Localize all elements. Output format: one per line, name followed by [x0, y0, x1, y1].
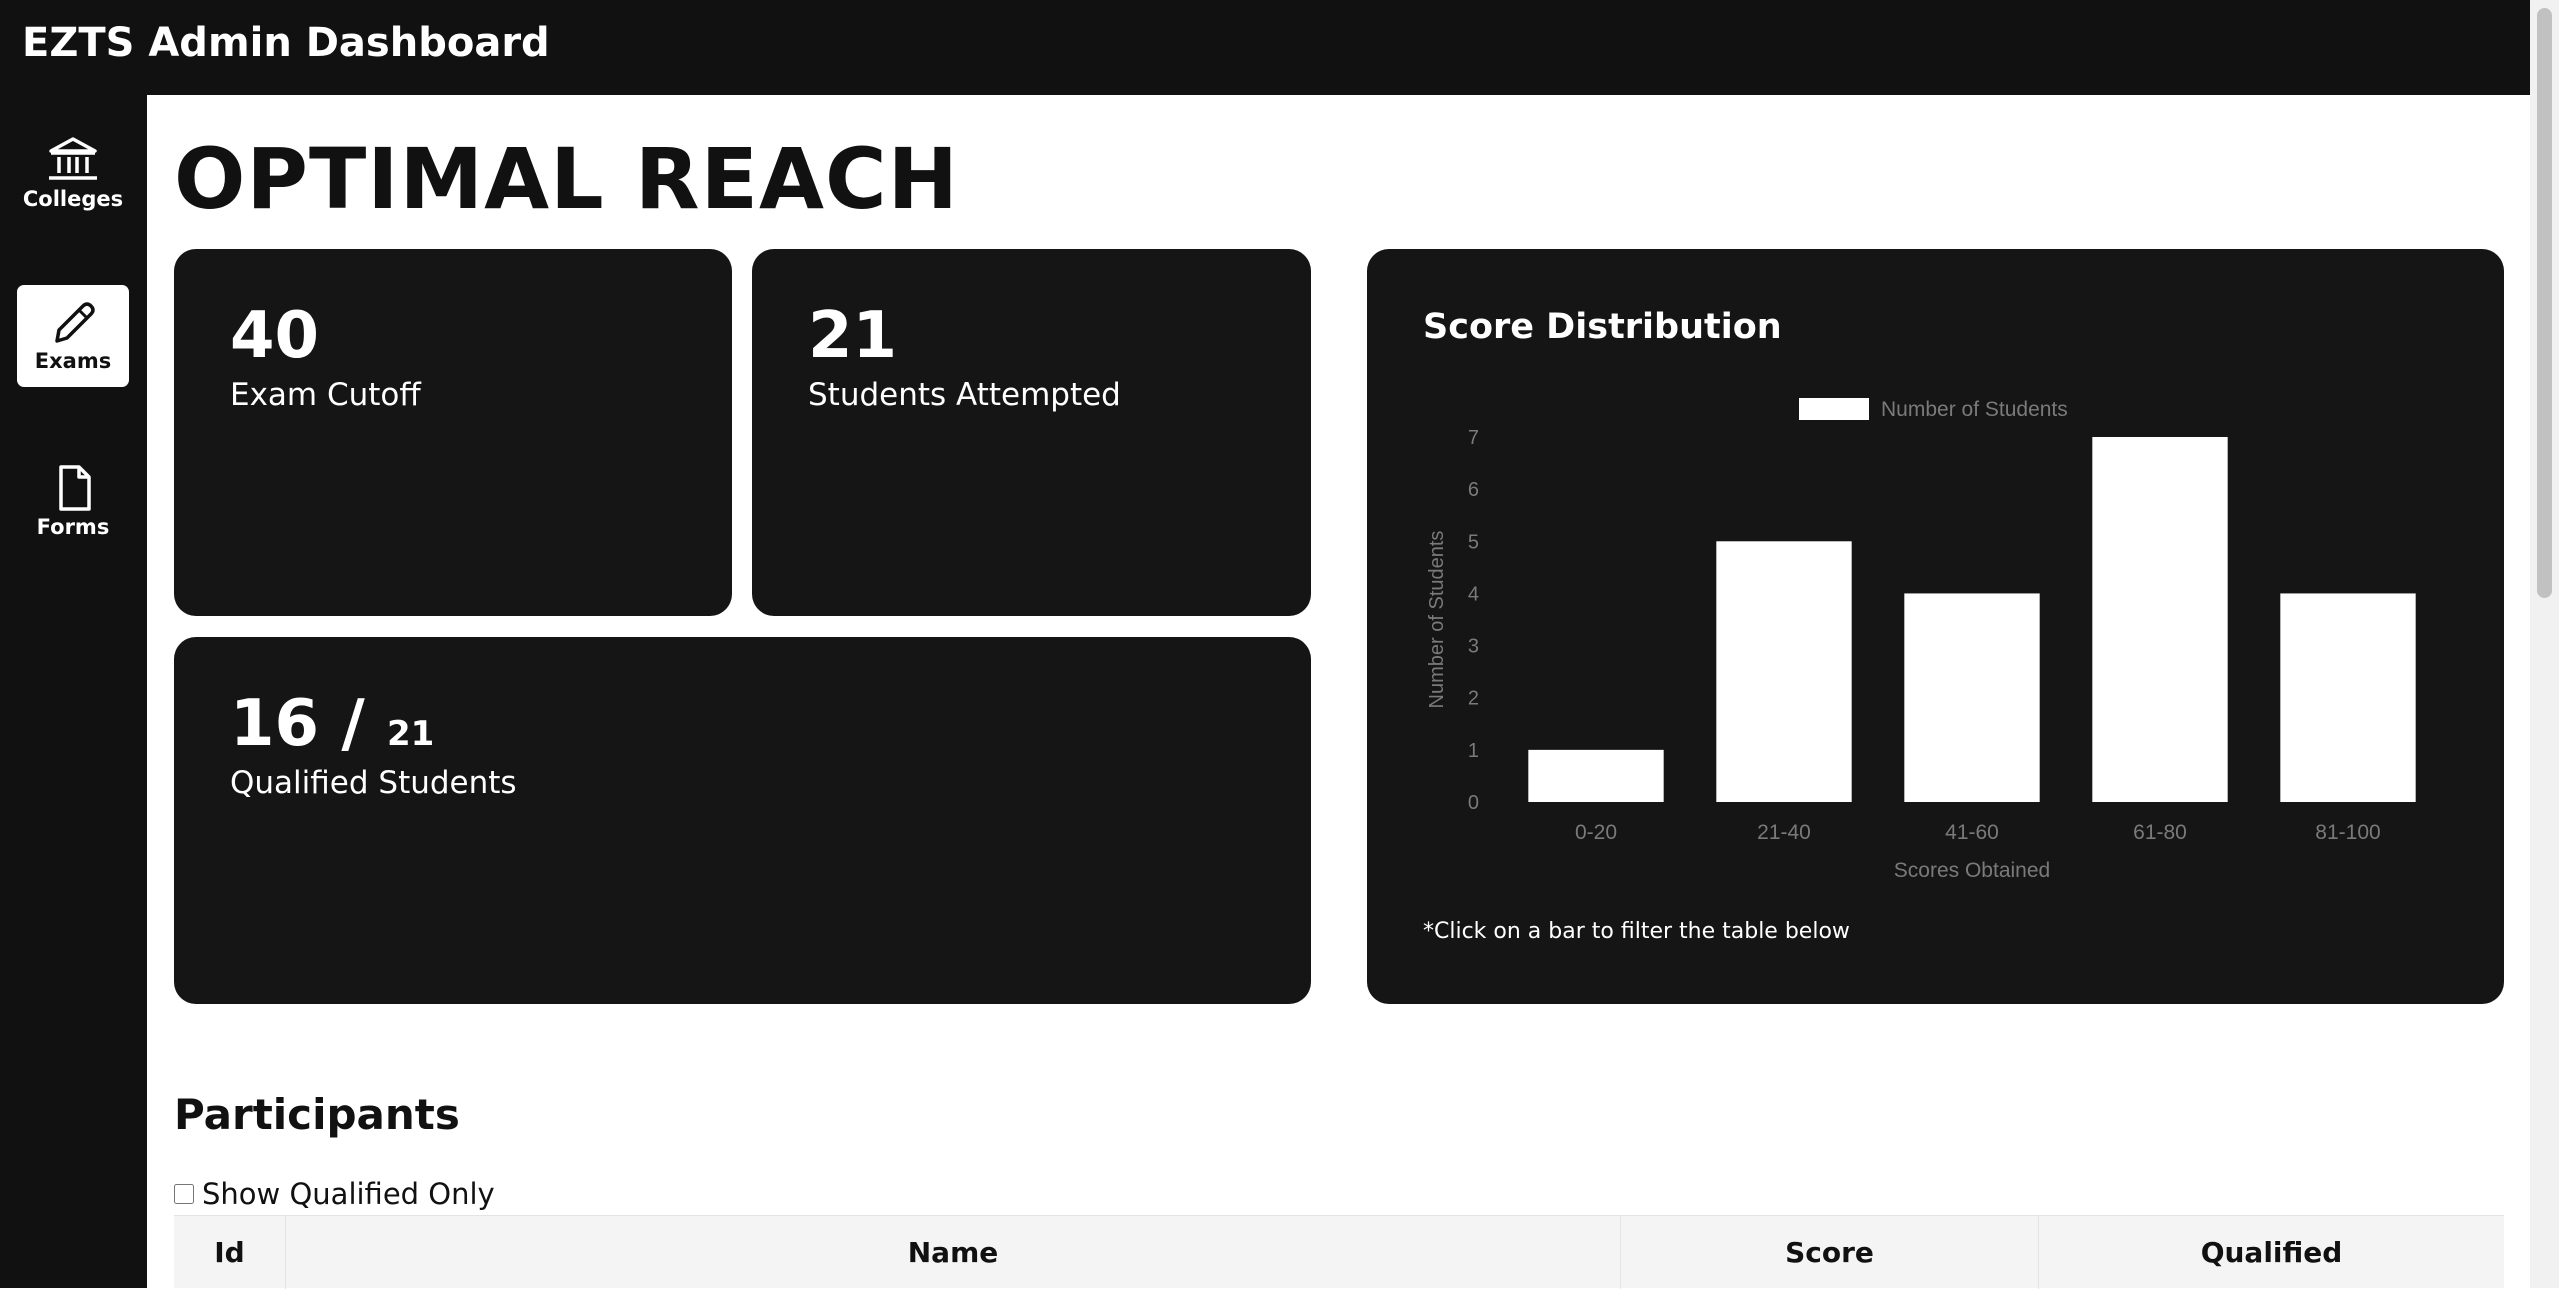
score-distribution-chart: Number of Students 0 1 2 3 4 5 6 7 Number of Stud… [1426, 398, 2416, 882]
exam-cutoff-label: Exam Cutoff [230, 377, 421, 413]
qualified-total: 21 [387, 714, 435, 754]
y-tick-label: 1 [1468, 740, 1479, 762]
sidebar-item-label: Exams [34, 349, 112, 373]
y-tick-label: 7 [1468, 427, 1479, 449]
score-distribution-card: Score Distribution Number of Students 0 1 2… [1367, 249, 2504, 1004]
column-header-name[interactable]: Name [286, 1216, 1621, 1289]
sidebar-item-label: Forms [36, 515, 110, 539]
bank-icon [49, 137, 97, 180]
chart-bar-0-20[interactable] [1528, 749, 1664, 802]
qualified-students-card: 16 / 21 Qualified Students [174, 637, 1311, 1004]
y-tick-label: 2 [1468, 688, 1479, 710]
x-tick-label: 81-100 [2315, 821, 2380, 844]
chart-bar-61-80[interactable] [2092, 437, 2228, 802]
x-axis-label: Scores Obtained [1894, 859, 2050, 882]
students-attempted-card: 21 Students Attempted [752, 249, 1311, 616]
x-tick-label: 61-80 [2133, 821, 2187, 844]
y-tick-label: 3 [1468, 636, 1479, 658]
y-axis-label: Number of Students [1426, 531, 1448, 709]
y-tick-label: 4 [1468, 583, 1479, 605]
show-qualified-checkbox[interactable] [174, 1184, 194, 1204]
sidebar: Colleges Exams Forms [0, 95, 147, 1288]
sidebar-item-forms[interactable]: Forms [17, 451, 129, 553]
x-tick-label: 41-60 [1945, 821, 1999, 844]
y-tick-label: 0 [1468, 792, 1479, 814]
sidebar-item-label: Colleges [22, 187, 124, 211]
legend-swatch [1799, 398, 1869, 420]
column-header-id[interactable]: Id [174, 1216, 286, 1289]
x-tick-label: 0-20 [1575, 821, 1617, 844]
y-tick-label: 5 [1468, 531, 1479, 553]
file-icon [59, 465, 91, 511]
qualified-students-value: 16 / 21 [230, 687, 434, 761]
qualified-students-label: Qualified Students [230, 765, 517, 801]
top-bar: EZTS Admin Dashboard [0, 0, 2559, 95]
participants-table-header: Id Name Score Qualified [174, 1215, 2504, 1289]
sidebar-item-colleges[interactable]: Colleges [17, 123, 129, 225]
scrollbar-thumb[interactable] [2537, 8, 2552, 598]
students-attempted-label: Students Attempted [808, 377, 1121, 413]
x-tick-label: 21-40 [1757, 821, 1811, 844]
chart-bar-81-100[interactable] [2280, 593, 2416, 802]
legend-label: Number of Students [1881, 398, 2068, 421]
app-title: EZTS Admin Dashboard [22, 20, 550, 66]
column-header-score[interactable]: Score [1621, 1216, 2039, 1289]
chart-note: *Click on a bar to filter the table belo… [1423, 919, 1850, 944]
pencil-icon [55, 302, 95, 343]
y-tick-label: 6 [1468, 479, 1479, 501]
sidebar-item-exams[interactable]: Exams [17, 285, 129, 387]
show-qualified-label: Show Qualified Only [202, 1177, 495, 1211]
exam-cutoff-card: 40 Exam Cutoff [174, 249, 732, 616]
students-attempted-value: 21 [808, 299, 898, 373]
show-qualified-filter[interactable]: Show Qualified Only [174, 1176, 495, 1212]
page-title: OPTIMAL REACH [174, 130, 959, 228]
column-header-qualified[interactable]: Qualified [2039, 1216, 2504, 1289]
page-scrollbar[interactable] [2530, 0, 2559, 1288]
chart-bar-21-40[interactable] [1716, 541, 1852, 802]
qualified-count: 16 / [230, 687, 365, 761]
exam-cutoff-value: 40 [230, 299, 320, 373]
chart-bar-41-60[interactable] [1904, 593, 2040, 802]
participants-title: Participants [174, 1090, 460, 1139]
